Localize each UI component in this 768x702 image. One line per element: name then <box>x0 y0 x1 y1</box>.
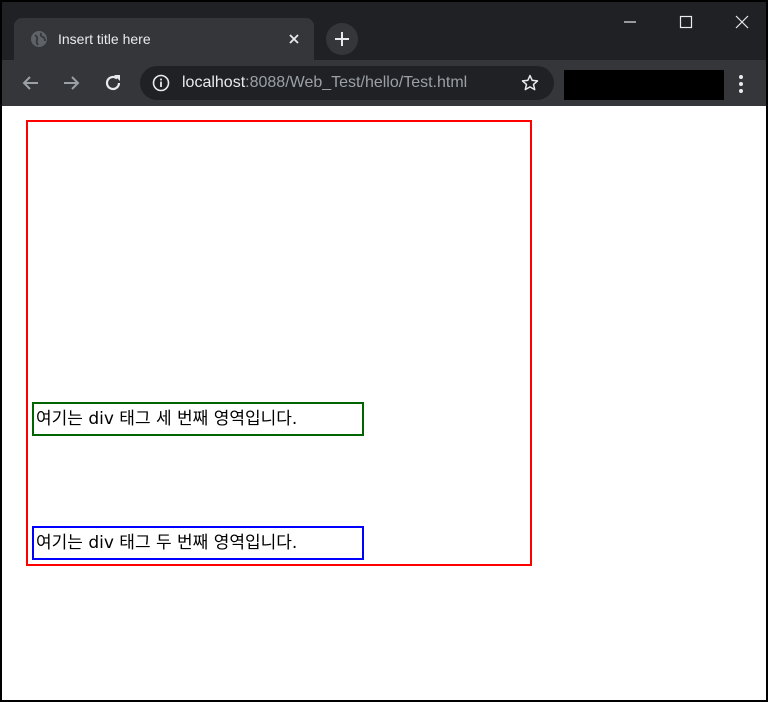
maximize-button[interactable] <box>658 2 714 42</box>
globe-icon <box>30 30 48 48</box>
page-content: 여기는 div 태그 세 번째 영역입니다. 여기는 div 태그 두 번째 영… <box>2 106 766 700</box>
url-path: :8088/Web_Test/hello/Test.html <box>245 74 468 91</box>
more-menu-icon[interactable] <box>728 70 754 98</box>
tab-strip: Insert title here <box>2 2 766 60</box>
close-icon[interactable] <box>284 29 304 49</box>
address-bar[interactable]: localhost:8088/Web_Test/hello/Test.html <box>140 66 554 100</box>
reload-icon[interactable] <box>98 68 128 98</box>
info-icon[interactable] <box>152 74 170 92</box>
redacted-extension-area <box>564 70 724 100</box>
url-text: localhost:8088/Web_Test/hello/Test.html <box>182 74 467 92</box>
outer-div-area: 여기는 div 태그 세 번째 영역입니다. 여기는 div 태그 두 번째 영… <box>26 120 532 566</box>
toolbar: localhost:8088/Web_Test/hello/Test.html <box>2 60 766 106</box>
div-second-area: 여기는 div 태그 두 번째 영역입니다. <box>32 526 364 560</box>
new-tab-button[interactable] <box>324 22 360 56</box>
tab-title: Insert title here <box>58 31 151 47</box>
star-icon[interactable] <box>520 73 540 93</box>
div-third-area: 여기는 div 태그 세 번째 영역입니다. <box>32 402 364 436</box>
browser-window: Insert title here localhost:8088/Web_Tes… <box>0 0 768 702</box>
tab-active[interactable]: Insert title here <box>14 18 314 60</box>
back-arrow-icon[interactable] <box>16 68 46 98</box>
url-host: localhost <box>182 74 246 91</box>
window-close-button[interactable] <box>714 2 768 42</box>
minimize-button[interactable] <box>602 2 658 42</box>
forward-arrow-icon[interactable] <box>56 68 86 98</box>
